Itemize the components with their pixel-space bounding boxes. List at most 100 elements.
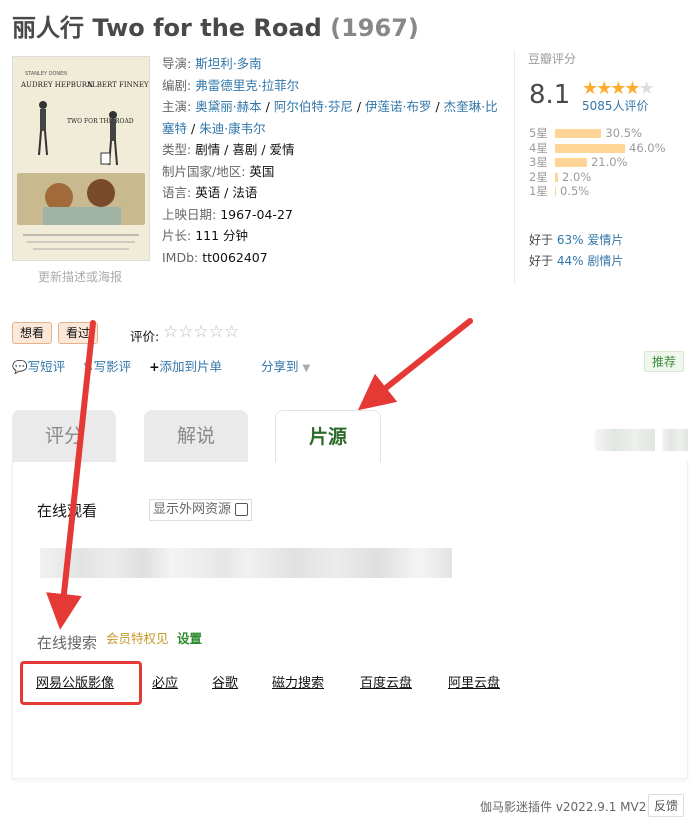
poster-text-finney: ALBERT FINNEY xyxy=(86,81,149,89)
plugin-version: 伽马影迷插件 v2022.9.1 MV2 xyxy=(480,800,647,814)
search-link-magnet[interactable]: 磁力搜索 xyxy=(272,672,324,691)
poster-text-hepburn: AUDREY HEPBURN xyxy=(20,81,93,89)
search-link-aliyun-pan[interactable]: 阿里云盘 xyxy=(448,672,500,691)
svg-text:STANLEY DONEN: STANLEY DONEN xyxy=(25,71,67,77)
info-runtime: 片长: 111 分钟 xyxy=(162,225,502,247)
comment-icon: 💬 xyxy=(12,359,28,374)
rate-label: 评价: xyxy=(130,329,160,344)
rating-bar-row: 5星 30.5% xyxy=(529,126,689,141)
poster-image: STANLEY DONEN AUDREY HEPBURN ALBERT FINN… xyxy=(13,57,149,260)
info-country: 制片国家/地区: 英国 xyxy=(162,161,502,183)
search-link-google[interactable]: 谷歌 xyxy=(212,672,238,691)
online-watch-heading: 在线观看 xyxy=(37,502,98,520)
better-prefix: 好于 xyxy=(529,254,557,268)
movie-info: 导演: 斯坦利·多南 编剧: 弗雷德里克·拉菲尔 主演: 奥黛丽·赫本 / 阿尔… xyxy=(162,53,502,268)
writer-link[interactable]: 弗雷德里克·拉菲尔 xyxy=(195,78,299,93)
better-pct[interactable]: 44% xyxy=(557,254,584,268)
external-resources-label: 显示外网资源 xyxy=(153,502,232,517)
star-filled-icon: ★ xyxy=(624,78,640,99)
imdb-label: IMDb: xyxy=(162,249,199,265)
poster-text-title: TWO FOR THE ROAD xyxy=(67,118,134,125)
movie-year: (1967) xyxy=(330,14,419,42)
short-review-link[interactable]: 💬写短评 xyxy=(12,359,65,374)
add-list-link[interactable]: +添加到片单 xyxy=(149,359,222,374)
rating-bar-row: 1星 0.5% xyxy=(529,184,689,199)
want-button[interactable]: 想看 xyxy=(12,322,53,344)
better-genre[interactable]: 剧情片 xyxy=(584,254,623,268)
rating-bar xyxy=(555,187,556,196)
cast-link[interactable]: 奥黛丽·赫本 xyxy=(195,99,261,114)
cast-link[interactable]: 阿尔伯特·芬尼 xyxy=(274,99,353,114)
rating-stars: ★★★★★ xyxy=(582,78,655,99)
genre-label: 类型: xyxy=(162,142,192,157)
rating-bar-pct: 46.0% xyxy=(629,140,666,155)
info-imdb: IMDb: tt0062407 xyxy=(162,247,502,269)
better-genre[interactable]: 爱情片 xyxy=(584,233,623,247)
star-empty-icon: ★ xyxy=(638,78,655,99)
rating-bar xyxy=(555,129,602,138)
blurred-source-list xyxy=(40,548,452,578)
rating-bar-pct: 30.5% xyxy=(605,126,642,140)
star-filled-icon: ★ xyxy=(610,78,626,99)
highlight-box xyxy=(20,661,142,705)
rating-bar-pct: 2.0% xyxy=(562,169,592,184)
genre-value: 剧情 / 喜剧 / 爱情 xyxy=(195,142,295,157)
release-label: 上映日期: xyxy=(162,206,217,222)
feedback-button[interactable]: 反馈 xyxy=(648,794,685,817)
tab-bar: 评分 解说 片源 xyxy=(12,410,688,463)
rating-bar-pct: 21.0% xyxy=(590,155,628,169)
arrow-to-sources-tab xyxy=(357,318,473,411)
director-link[interactable]: 斯坦利·多南 xyxy=(195,56,261,71)
search-link-baidu-pan[interactable]: 百度云盘 xyxy=(360,672,412,691)
action-buttons: 想看 看过 xyxy=(12,322,104,346)
rating-bar-star-label: 1星 xyxy=(529,184,548,198)
rating-breakdown: 5星 30.5% 4星 46.0% 3星 21.0% 2星 2.0% 1星 0.5% xyxy=(529,126,689,199)
online-search-heading: 在线搜索 xyxy=(37,634,98,652)
rating-bar-star-label: 2星 xyxy=(529,169,548,184)
rating-bar-star-label: 3星 xyxy=(529,155,548,169)
star-filled-icon: ★ xyxy=(596,78,612,99)
review-label: 写影评 xyxy=(93,359,132,374)
release-value: 1967-04-27 xyxy=(220,206,293,222)
tab-commentary[interactable]: 解说 xyxy=(144,410,248,462)
runtime-value: 111 分钟 xyxy=(195,228,249,243)
cast-label: 主演: xyxy=(162,99,192,114)
country-value: 英国 xyxy=(249,163,275,179)
rate-stars[interactable]: ☆☆☆☆☆ xyxy=(163,322,239,342)
star-filled-icon: ★ xyxy=(582,78,598,99)
runtime-label: 片长: xyxy=(162,228,192,243)
tab-rating[interactable]: 评分 xyxy=(12,410,116,462)
rating-score: 8.1 xyxy=(529,80,571,110)
cast-link[interactable]: 伊莲诺·布罗 xyxy=(365,99,431,114)
review-links: 💬写短评 ✎写影评 +添加到片单 xyxy=(12,356,236,375)
rating-label: 豆瓣评分 xyxy=(528,52,577,66)
vip-label: 会员特权见 xyxy=(106,631,169,646)
director-label: 导演: xyxy=(162,56,192,71)
short-review-label: 写短评 xyxy=(27,359,66,374)
sources-panel xyxy=(12,462,688,779)
rating-bar xyxy=(555,172,559,182)
update-poster-link[interactable]: 更新描述或海报 xyxy=(38,268,122,285)
seen-button[interactable]: 看过 xyxy=(58,322,99,344)
cast-link[interactable]: 朱迪·康韦尔 xyxy=(199,121,265,136)
share-menu[interactable]: 分享到 ▼ xyxy=(261,356,310,375)
info-cast: 主演: 奥黛丽·赫本 / 阿尔伯特·芬尼 / 伊莲诺·布罗 / 杰奎琳·比塞特 … xyxy=(162,99,498,136)
review-link[interactable]: ✎写影评 xyxy=(83,359,131,374)
settings-link[interactable]: 设置 xyxy=(177,628,202,647)
rating-bar-row: 3星 21.0% xyxy=(529,155,689,170)
recommend-button[interactable]: 推荐 xyxy=(644,351,685,372)
movie-name: 丽人行 Two for the Road xyxy=(12,14,322,42)
rating-bar xyxy=(555,143,625,153)
pencil-icon: ✎ xyxy=(83,359,94,374)
external-resources-checkbox[interactable] xyxy=(235,503,249,516)
info-release: 上映日期: 1967-04-27 xyxy=(162,204,502,226)
movie-poster[interactable]: STANLEY DONEN AUDREY HEPBURN ALBERT FINN… xyxy=(12,56,150,261)
tab-sources[interactable]: 片源 xyxy=(275,410,381,463)
share-label: 分享到 xyxy=(261,359,299,374)
rating-bar-star-label: 4星 xyxy=(529,140,548,155)
external-resources-toggle[interactable]: 显示外网资源 xyxy=(149,499,253,521)
rating-panel: 豆瓣评分 8.1 ★★★★★ 5085人评价 5星 30.5% 4星 46.0% 3星 2… xyxy=(514,50,700,284)
rating-votes[interactable]: 5085人评价 xyxy=(582,97,649,114)
better-pct[interactable]: 63% xyxy=(557,233,584,247)
search-link-bing[interactable]: 必应 xyxy=(152,672,178,691)
